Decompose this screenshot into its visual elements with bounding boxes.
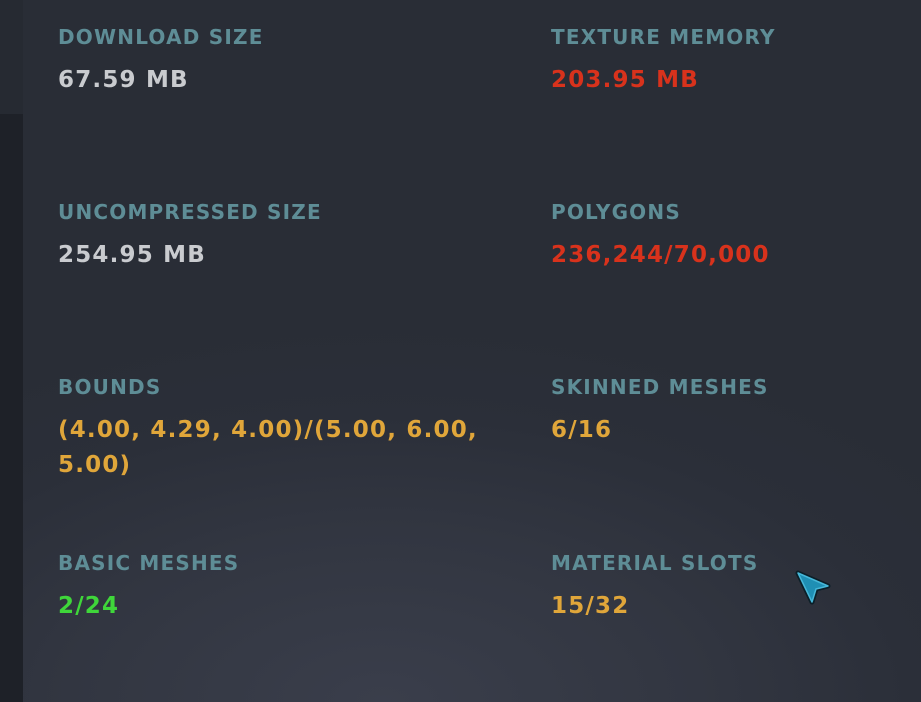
stat-value: 67.59 MB: [58, 67, 189, 93]
stat-label: BASIC MESHES: [58, 551, 240, 575]
stat-value: 6/16: [551, 417, 613, 443]
stat-value: 2/24: [58, 593, 120, 619]
stat-label: POLYGONS: [551, 200, 681, 224]
stat-material-slots: MATERIAL SLOTS 15/32: [551, 551, 921, 624]
stat-value: 236,244/70,000: [551, 242, 770, 268]
stat-value: 254.95 MB: [58, 242, 206, 268]
stat-skinned-meshes: SKINNED MESHES 6/16: [551, 375, 921, 448]
stat-label: BOUNDS: [58, 375, 162, 399]
stat-label: UNCOMPRESSED SIZE: [58, 200, 322, 224]
stat-label: TEXTURE MEMORY: [551, 25, 776, 49]
stat-label: DOWNLOAD SIZE: [58, 25, 264, 49]
stat-bounds: BOUNDS (4.00, 4.29, 4.00)/(5.00, 6.00, 5…: [58, 375, 478, 483]
cursor-arrow-icon: [795, 570, 831, 605]
stat-label: MATERIAL SLOTS: [551, 551, 759, 575]
left-sidebar-strip-highlight: [0, 0, 23, 114]
stat-label: SKINNED MESHES: [551, 375, 769, 399]
stat-value: 203.95 MB: [551, 67, 699, 93]
stat-basic-meshes: BASIC MESHES 2/24: [58, 551, 478, 624]
stat-uncompressed-size: UNCOMPRESSED SIZE 254.95 MB: [58, 200, 478, 273]
stat-download-size: DOWNLOAD SIZE 67.59 MB: [58, 25, 478, 98]
left-sidebar-strip: [0, 0, 23, 702]
stat-value: 15/32: [551, 593, 630, 619]
stat-polygons: POLYGONS 236,244/70,000: [551, 200, 921, 273]
stat-texture-memory: TEXTURE MEMORY 203.95 MB: [551, 25, 921, 98]
avatar-stats-panel: DOWNLOAD SIZE 67.59 MB TEXTURE MEMORY 20…: [23, 0, 921, 702]
stat-value: (4.00, 4.29, 4.00)/(5.00, 6.00, 5.00): [58, 417, 478, 478]
